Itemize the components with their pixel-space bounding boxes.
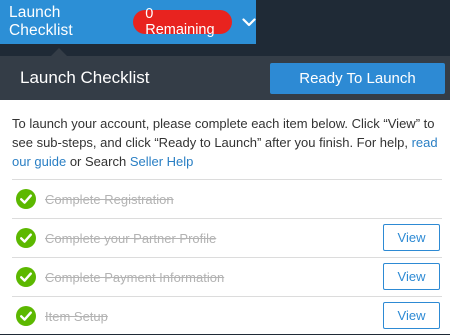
remaining-badge: 0 Remaining [133, 6, 233, 38]
checklist-items: Complete Registration Complete your Part… [12, 179, 442, 335]
view-button[interactable]: View [383, 263, 440, 290]
check-circle-icon [16, 267, 36, 287]
chevron-down-icon[interactable] [241, 14, 256, 30]
checklist-item: Complete your Partner Profile View [12, 218, 442, 257]
checklist-item-label: Complete Registration [45, 191, 174, 207]
launch-checklist-panel: Launch Checklist Ready To Launch To laun… [0, 56, 450, 334]
topbar-title: Launch Checklist [9, 4, 73, 39]
intro-text: To launch your account, please complete … [12, 114, 442, 171]
checklist-item-label: Complete Payment Information [45, 269, 225, 285]
checklist-item-label: Item Setup [45, 308, 108, 324]
view-button[interactable]: View [383, 224, 440, 251]
check-circle-icon [16, 189, 36, 209]
intro-text-part1: To launch your account, please complete … [12, 116, 435, 150]
panel-title: Launch Checklist [20, 68, 150, 87]
checklist-item: Item Setup View [12, 296, 442, 335]
panel-header: Launch Checklist Ready To Launch [0, 56, 450, 100]
checklist-item: Complete Payment Information View [12, 257, 442, 296]
checklist-tab[interactable]: Launch Checklist 0 Remaining [0, 0, 256, 44]
intro-text-part2: or Search [66, 154, 130, 169]
checklist-item: Complete Registration [12, 179, 442, 218]
view-button[interactable]: View [383, 302, 440, 329]
checklist-item-label: Complete your Partner Profile [45, 230, 217, 246]
top-bar: Launch Checklist 0 Remaining [0, 0, 450, 44]
check-circle-icon [16, 306, 36, 326]
ready-to-launch-button[interactable]: Ready To Launch [270, 63, 445, 94]
check-circle-icon [16, 228, 36, 248]
seller-help-link[interactable]: Seller Help [130, 154, 194, 169]
